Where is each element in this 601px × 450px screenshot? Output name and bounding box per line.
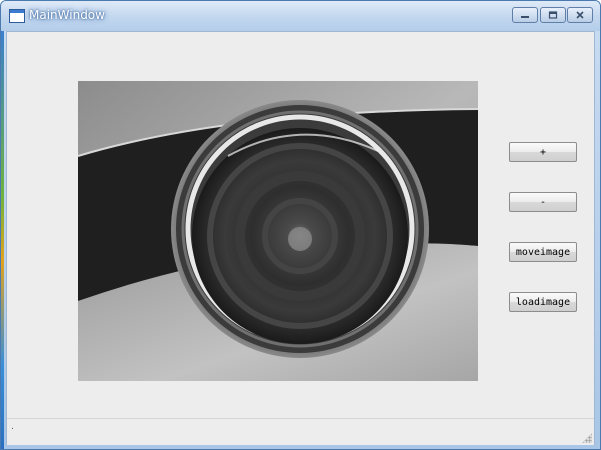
window-app-icon: [9, 9, 25, 23]
title-bar[interactable]: MainWindow: [1, 1, 600, 31]
zoom-out-button[interactable]: -: [509, 192, 577, 212]
zoom-in-button[interactable]: +: [509, 142, 577, 162]
load-image-button[interactable]: loadimage: [509, 292, 577, 312]
maximize-icon: [548, 11, 558, 19]
window-title: MainWindow: [29, 8, 105, 22]
central-widget: + - moveimage loadimage .: [6, 31, 595, 445]
main-window: MainWindow + - moveimage loadimage .: [0, 0, 601, 450]
minimize-icon: [521, 16, 529, 18]
close-icon: [576, 11, 584, 19]
minimize-button[interactable]: [512, 7, 538, 23]
maximize-button[interactable]: [540, 7, 566, 23]
close-button[interactable]: [567, 7, 593, 23]
status-text: .: [11, 422, 14, 432]
status-bar: .: [7, 418, 594, 445]
resize-grip-icon[interactable]: [582, 433, 592, 443]
image-view[interactable]: [78, 81, 478, 381]
lens-image: [78, 81, 478, 381]
move-image-button[interactable]: moveimage: [509, 242, 577, 262]
desktop-edge: [1, 29, 4, 449]
